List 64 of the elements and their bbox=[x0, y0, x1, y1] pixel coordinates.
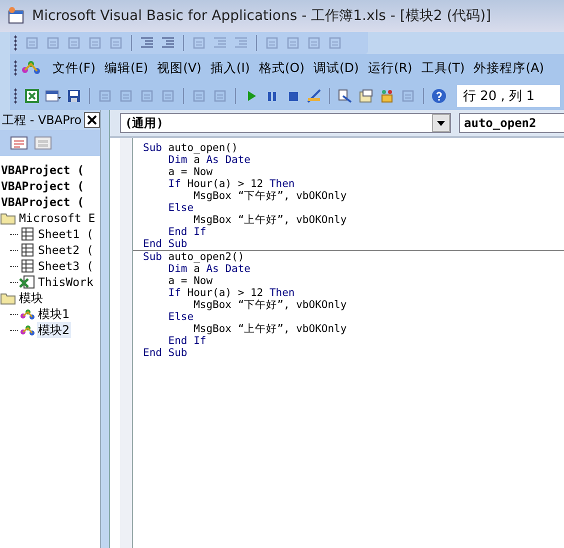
view-object-icon[interactable] bbox=[34, 135, 52, 151]
tree-item[interactable]: Microsoft E bbox=[18, 211, 96, 225]
menu-item[interactable]: 插入(I) bbox=[206, 60, 254, 76]
sheet-icon bbox=[19, 243, 35, 257]
menu-item[interactable]: 调试(D) bbox=[308, 60, 364, 76]
code-line: End Sub bbox=[143, 347, 188, 359]
tree-item[interactable]: Sheet3 ( bbox=[37, 259, 94, 273]
folder-icon bbox=[0, 211, 16, 225]
code-line: MsgBox “下午好”, vbOKOnly bbox=[193, 299, 348, 311]
spreadsheet-icon[interactable] bbox=[24, 88, 40, 104]
window-icon[interactable] bbox=[45, 88, 61, 104]
code-line: MsgBox “上午好”, vbOKOnly bbox=[192, 214, 348, 226]
code-line: Sub auto_open2() bbox=[143, 251, 246, 263]
code-line: a = Now bbox=[167, 166, 214, 178]
tree-item[interactable]: Sheet2 ( bbox=[37, 243, 94, 257]
tree-item[interactable]: Sheet1 ( bbox=[37, 227, 94, 241]
ruler-icon[interactable] bbox=[306, 88, 322, 104]
toolbox-icon[interactable] bbox=[379, 88, 395, 104]
code-line: Else bbox=[167, 202, 194, 214]
code-line: MsgBox “下午好”, vbOKOnly bbox=[193, 190, 348, 202]
procedure-dropdown[interactable]: auto_open2 bbox=[459, 113, 564, 133]
project-icon[interactable] bbox=[337, 88, 353, 104]
code-line: Sub auto_open() bbox=[143, 142, 239, 154]
code-line: End Sub bbox=[143, 238, 188, 250]
menu-item[interactable]: 外接程序(A) bbox=[469, 60, 549, 76]
module-icon bbox=[19, 307, 35, 321]
tree-item[interactable]: 模块 bbox=[18, 290, 44, 306]
sheet-icon bbox=[19, 259, 35, 273]
code-line: Dim a As Date bbox=[167, 154, 252, 166]
pane-title: 工程 - VBAPro bbox=[2, 112, 83, 128]
tree-item[interactable]: 模块1 bbox=[37, 306, 71, 322]
window-title: Microsoft Visual Basic for Applications - 工作簿1.xls - [模块2 (代码)] bbox=[32, 7, 492, 25]
view-code-icon[interactable] bbox=[10, 135, 28, 151]
code-line: Else bbox=[167, 311, 194, 323]
code-line: MsgBox “上午好”, vbOKOnly bbox=[192, 323, 348, 335]
menu-item[interactable]: 编辑(E) bbox=[100, 60, 153, 76]
tree-item[interactable]: VBAProject ( bbox=[0, 195, 86, 209]
tree-item[interactable]: ThisWork bbox=[37, 275, 94, 289]
menu-item[interactable]: 文件(F) bbox=[48, 60, 100, 76]
code-line: End If bbox=[167, 335, 208, 347]
code-line: If Hour(a) > 12 Then bbox=[167, 178, 296, 190]
properties-icon[interactable] bbox=[358, 88, 374, 104]
close-button[interactable] bbox=[84, 112, 100, 128]
object-dropdown[interactable]: (通用) bbox=[120, 113, 451, 133]
app-icon bbox=[6, 6, 26, 26]
save-icon[interactable] bbox=[66, 88, 82, 104]
sheet-icon bbox=[19, 227, 35, 241]
tree-item[interactable]: VBAProject ( bbox=[0, 163, 86, 177]
tree-item[interactable]: VBAProject ( bbox=[0, 179, 86, 193]
cursor-position: 行 20 , 列 1 bbox=[457, 85, 560, 107]
help-icon[interactable] bbox=[431, 88, 447, 104]
menu-item[interactable]: 运行(R) bbox=[363, 60, 417, 76]
caret-icon[interactable] bbox=[437, 120, 445, 126]
code-line: Dim a As Date bbox=[167, 263, 252, 275]
workbook-icon bbox=[19, 275, 35, 289]
code-line: End If bbox=[167, 226, 208, 238]
menu-item[interactable]: 视图(V) bbox=[152, 60, 206, 76]
code-line: a = Now bbox=[167, 275, 214, 287]
code-line: If Hour(a) > 12 Then bbox=[167, 287, 296, 299]
tree-item[interactable]: 模块2 bbox=[37, 322, 71, 338]
folder-icon bbox=[0, 291, 16, 305]
menu-item[interactable]: 工具(T) bbox=[416, 60, 470, 76]
module-icon bbox=[19, 323, 35, 337]
menu-item[interactable]: 格式(O) bbox=[254, 60, 309, 76]
